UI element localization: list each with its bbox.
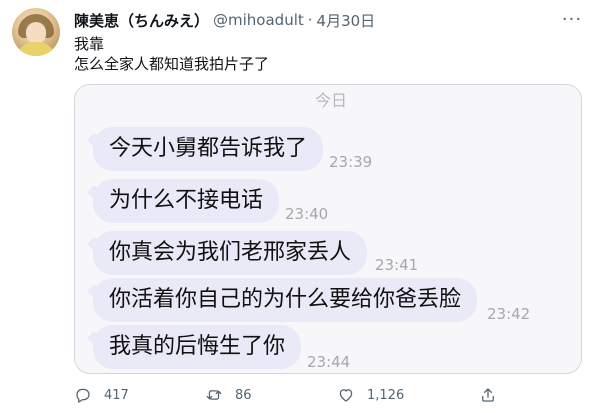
share-icon (482, 388, 494, 402)
avatar[interactable] (12, 8, 60, 56)
chat-timestamp: 23:41 (375, 256, 419, 274)
chat-bubble: 今天小舅都告诉我了 (93, 127, 324, 171)
tweet-text: 我靠 怎么全家人都知道我拍片子了 (74, 34, 269, 74)
chat-timestamp: 23:44 (307, 353, 351, 371)
tweet-actions: 417 86 1,126 (74, 382, 580, 408)
tweet: 陳美恵（ちんみえ） @mihoadult · 4月30日 ··· 我靠 怎么全家… (0, 0, 596, 413)
avatar-shirt (16, 42, 56, 56)
chat-timestamp: 23:39 (329, 153, 373, 171)
tweet-text-line: 我靠 (74, 35, 105, 53)
share-button[interactable] (479, 382, 509, 408)
like-count: 1,126 (367, 387, 405, 403)
reply-button[interactable]: 417 (74, 382, 129, 408)
tweet-text-line: 怎么全家人都知道我拍片子了 (74, 55, 270, 73)
chat-bubble: 为什么不接电话 (93, 179, 280, 223)
retweet-icon (206, 390, 222, 400)
chat-bubble: 你活着你自己的为什么要给你爸丢脸 (93, 278, 478, 322)
more-options-icon[interactable]: ··· (560, 9, 584, 30)
tweet-header: 陳美恵（ちんみえ） @mihoadult · 4月30日 (74, 10, 375, 30)
retweet-count: 86 (235, 387, 252, 403)
tweet-image[interactable]: 今日 今天小舅都告诉我了 23:39 为什么不接电话 23:40 你真会为我们老… (74, 84, 582, 374)
reply-count: 417 (104, 387, 129, 403)
header-separator: · (307, 11, 313, 29)
tweet-date[interactable]: 4月30日 (317, 10, 376, 31)
retweet-button[interactable]: 86 (205, 382, 252, 408)
chat-bubble: 我真的后悔生了你 (93, 325, 302, 369)
chat-day-label: 今日 (315, 91, 348, 110)
chat-timestamp: 23:40 (285, 205, 329, 223)
avatar-face (26, 22, 46, 44)
heart-icon (339, 389, 353, 402)
author-handle[interactable]: @mihoadult (213, 11, 304, 29)
author-name[interactable]: 陳美恵（ちんみえ） (74, 10, 209, 31)
reply-icon (76, 388, 90, 403)
chat-timestamp: 23:42 (487, 305, 531, 323)
like-button[interactable]: 1,126 (337, 382, 404, 408)
chat-bubble: 你真会为我们老邢家丢人 (93, 231, 368, 275)
